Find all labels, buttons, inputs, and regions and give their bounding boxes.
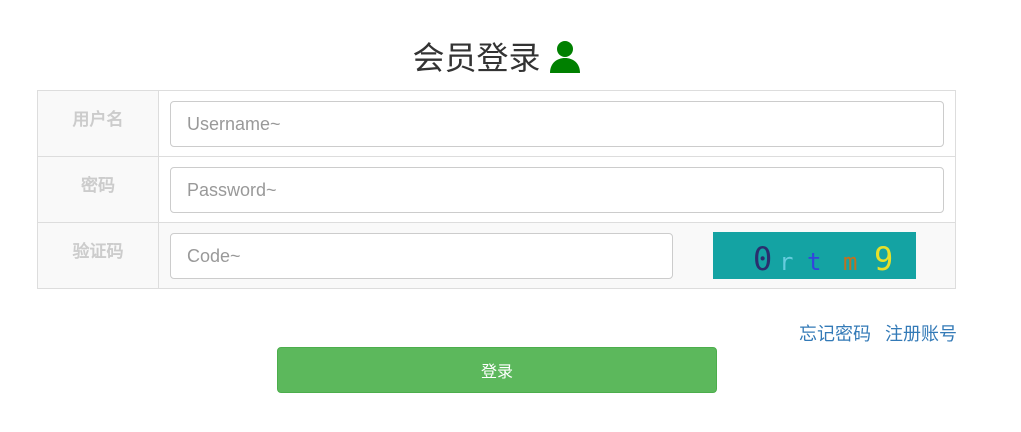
forgot-password-link[interactable]: 忘记密码 xyxy=(799,324,871,345)
auth-links: 忘记密码 注册账号 xyxy=(785,320,957,346)
captcha-char: 0 xyxy=(753,240,772,278)
login-button[interactable]: 登录 xyxy=(277,347,717,393)
username-label-cell: 用户名 xyxy=(37,90,159,157)
code-row: 验证码 0rtm9 xyxy=(37,222,956,289)
register-link[interactable]: 注册账号 xyxy=(885,324,957,345)
password-label: 密码 xyxy=(81,176,115,196)
password-input[interactable] xyxy=(170,167,944,213)
captcha-char: m xyxy=(843,248,857,276)
username-label: 用户名 xyxy=(72,110,124,130)
code-input-cell: 0rtm9 xyxy=(158,222,956,289)
password-label-cell: 密码 xyxy=(37,156,159,223)
username-input[interactable] xyxy=(170,101,944,147)
username-row: 用户名 xyxy=(37,90,956,157)
code-label: 验证码 xyxy=(72,242,124,262)
username-input-cell xyxy=(158,90,956,157)
captcha-char: 9 xyxy=(874,240,893,278)
captcha-char: t xyxy=(807,248,821,276)
login-page: 会员登录 用户名 密码 验证码 xyxy=(0,0,1021,432)
captcha-char: r xyxy=(779,248,793,276)
password-row: 密码 xyxy=(37,156,956,223)
password-input-cell xyxy=(158,156,956,223)
page-title: 会员登录 xyxy=(0,36,995,80)
captcha-graphic: 0rtm9 xyxy=(753,240,893,278)
code-label-cell: 验证码 xyxy=(37,222,159,289)
page-title-text: 会员登录 xyxy=(412,39,541,77)
captcha-image[interactable]: 0rtm9 xyxy=(713,232,916,279)
code-input[interactable] xyxy=(170,233,673,279)
user-icon xyxy=(549,41,580,73)
login-form: 用户名 密码 验证码 0rtm9 xyxy=(37,90,956,289)
